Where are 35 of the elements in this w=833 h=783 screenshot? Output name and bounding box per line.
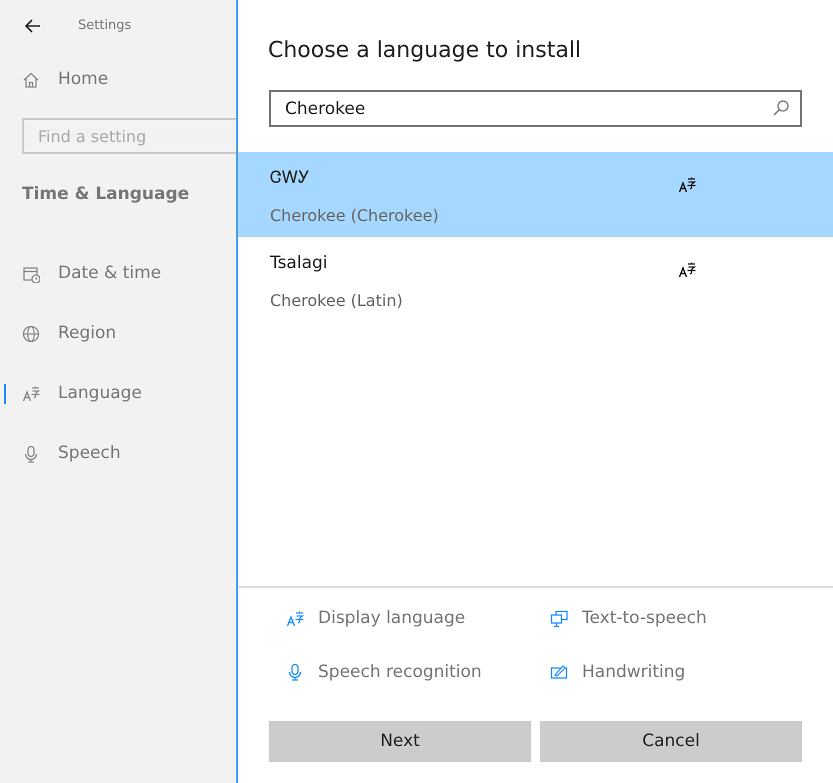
feature-label: Display language — [318, 607, 466, 630]
language-icon — [286, 610, 304, 628]
feature-label: Speech recognition — [318, 660, 482, 684]
language-list-item[interactable]: Tsalagi Cherokee (Latin) — [238, 237, 833, 322]
sidebar-item[interactable]: Language — [0, 364, 236, 424]
home-icon — [22, 71, 40, 89]
back-arrow-icon[interactable] — [24, 17, 42, 35]
sidebar-item[interactable]: Speech — [0, 424, 236, 484]
search-icon — [772, 99, 790, 117]
language-list-item[interactable]: ᏣᎳᎩ Cherokee (Cherokee) — [238, 152, 833, 237]
calendar-clock-icon — [22, 265, 40, 283]
language-name: ᏣᎳᎩ — [270, 167, 311, 190]
settings-title: Settings — [78, 17, 132, 36]
language-icon — [678, 261, 696, 279]
globe-icon — [22, 325, 40, 343]
section-heading: Time & Language — [21, 183, 190, 206]
microphone-icon — [286, 663, 304, 682]
find-setting-field[interactable]: Find a setting — [22, 118, 236, 154]
language-name: Tsalagi — [270, 252, 328, 275]
sidebar-item[interactable]: Date & time — [0, 244, 236, 304]
sidebar-item[interactable]: Region — [0, 304, 236, 364]
next-button[interactable]: Next — [269, 721, 531, 762]
dialog-title: Choose a language to install — [267, 37, 582, 65]
language-description: Cherokee (Cherokee) — [270, 204, 440, 226]
monitors-icon — [550, 610, 568, 628]
pen-icon — [550, 663, 568, 682]
language-icon — [678, 176, 696, 194]
microphone-icon — [22, 445, 40, 463]
language-description: Cherokee (Latin) — [270, 290, 404, 312]
feature-label: Text-to-speech — [582, 607, 707, 630]
cancel-button[interactable]: Cancel — [540, 721, 802, 762]
home-nav-item[interactable]: Home — [0, 62, 236, 98]
language-search-field[interactable]: Cherokee — [269, 90, 802, 127]
language-icon — [22, 385, 40, 403]
feature-label: Handwriting — [582, 660, 686, 684]
